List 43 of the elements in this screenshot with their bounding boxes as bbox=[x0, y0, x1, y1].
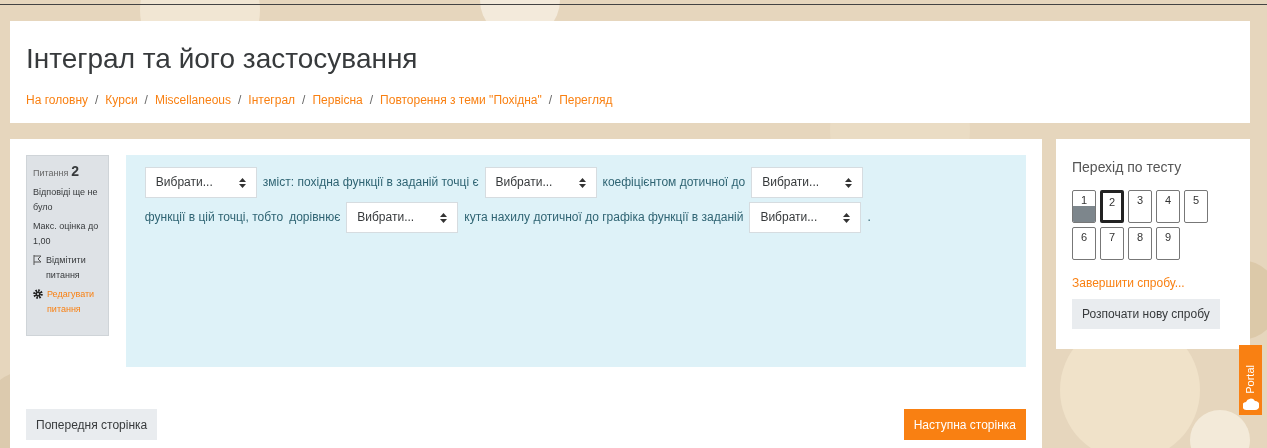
question-nav-button[interactable]: 3 bbox=[1128, 190, 1152, 223]
breadcrumb-separator: / bbox=[95, 92, 99, 109]
sort-icon bbox=[238, 177, 246, 188]
cloud-icon bbox=[1242, 397, 1259, 411]
question-number: 2 bbox=[71, 164, 80, 179]
page-title: Інтеграл та його застосування bbox=[26, 42, 419, 76]
question-text: кута нахилу дотичної до графіка функції в заданій bbox=[464, 210, 744, 224]
dropdown[interactable]: Вибрати... bbox=[144, 167, 257, 199]
dropdown[interactable]: Вибрати... bbox=[751, 167, 864, 199]
answer-status: Відповіді ще не було bbox=[33, 186, 99, 214]
question-text: коефіцієнтом дотичної до bbox=[602, 175, 746, 189]
question-nav-button[interactable]: 4 bbox=[1156, 190, 1180, 223]
quiz-navigation-title: Перехід по тесту bbox=[1072, 158, 1183, 177]
breadcrumb-separator: / bbox=[144, 92, 148, 109]
question-nav-button[interactable]: 6 bbox=[1072, 227, 1096, 260]
question-nav-button[interactable]: 2 bbox=[1100, 190, 1124, 223]
breadcrumb-separator: / bbox=[302, 92, 306, 109]
flag-question-link[interactable]: Відмітити питання bbox=[46, 253, 102, 283]
question-text: зміст: похідна функції в заданій точці є bbox=[262, 175, 479, 189]
start-new-attempt-button[interactable]: Розпочати нову спробу bbox=[1072, 299, 1220, 329]
breadcrumb-separator: / bbox=[548, 92, 553, 109]
dropdown[interactable]: Вибрати... bbox=[346, 202, 459, 234]
question-text: . bbox=[867, 210, 871, 224]
question-text: дорівнює bbox=[289, 210, 341, 224]
previous-page-button[interactable]: Попередня сторінка bbox=[26, 409, 158, 440]
settings-icon bbox=[33, 289, 43, 299]
sort-icon bbox=[440, 212, 448, 223]
question-nav-button[interactable]: 5 bbox=[1184, 190, 1208, 223]
question-nav-button[interactable]: 7 bbox=[1100, 227, 1124, 260]
question-nav-button[interactable]: 8 bbox=[1128, 227, 1152, 260]
sort-icon bbox=[845, 177, 853, 188]
sort-icon bbox=[578, 177, 586, 188]
question-nav-button[interactable]: 9 bbox=[1156, 227, 1180, 260]
breadcrumb-separator: / bbox=[238, 92, 242, 109]
breadcrumb-separator: / bbox=[369, 92, 374, 109]
question-text: функції в цій точці, тобто bbox=[144, 210, 284, 224]
question-label: Питання bbox=[33, 167, 69, 180]
dropdown[interactable]: Вибрати... bbox=[749, 202, 862, 234]
sort-icon bbox=[843, 212, 851, 223]
flag-icon bbox=[33, 255, 42, 265]
dropdown[interactable]: Вибрати... bbox=[484, 167, 597, 199]
question-nav-button[interactable]: 1 bbox=[1072, 190, 1096, 223]
max-grade: Макс. оцінка до 1,00 bbox=[33, 220, 100, 248]
